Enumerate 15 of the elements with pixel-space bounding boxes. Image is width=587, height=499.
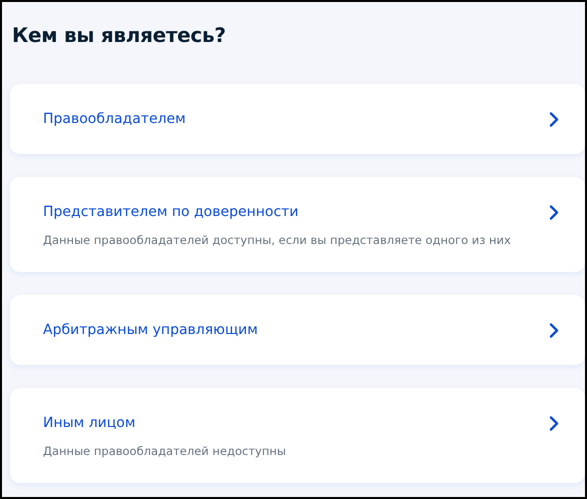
chevron-right-icon xyxy=(549,416,559,431)
option-label: Правообладателем xyxy=(43,110,186,129)
option-description: Данные правообладателей доступны, если вы представляете одного из них xyxy=(43,232,511,248)
option-card[interactable]: Иным лицом Данные правообладателей недоступны xyxy=(10,388,585,483)
option-label: Иным лицом xyxy=(43,414,136,433)
option-label: Представителем по доверенности xyxy=(43,203,300,222)
option-card[interactable]: Арбитражным управляющим xyxy=(10,295,585,365)
option-card[interactable]: Представителем по доверенности Данные правообладателей доступны, если вы представляете одного из них xyxy=(10,177,585,272)
option-label: Арбитражным управляющим xyxy=(43,321,258,340)
chevron-right-icon xyxy=(549,112,559,126)
chevron-right-icon xyxy=(549,322,559,338)
option-card[interactable]: Правообладателем xyxy=(10,84,585,154)
option-description: Данные правообладателей недоступны xyxy=(43,443,286,459)
chevron-right-icon xyxy=(549,205,559,220)
page-title: Кем вы являетесь? xyxy=(12,22,227,49)
